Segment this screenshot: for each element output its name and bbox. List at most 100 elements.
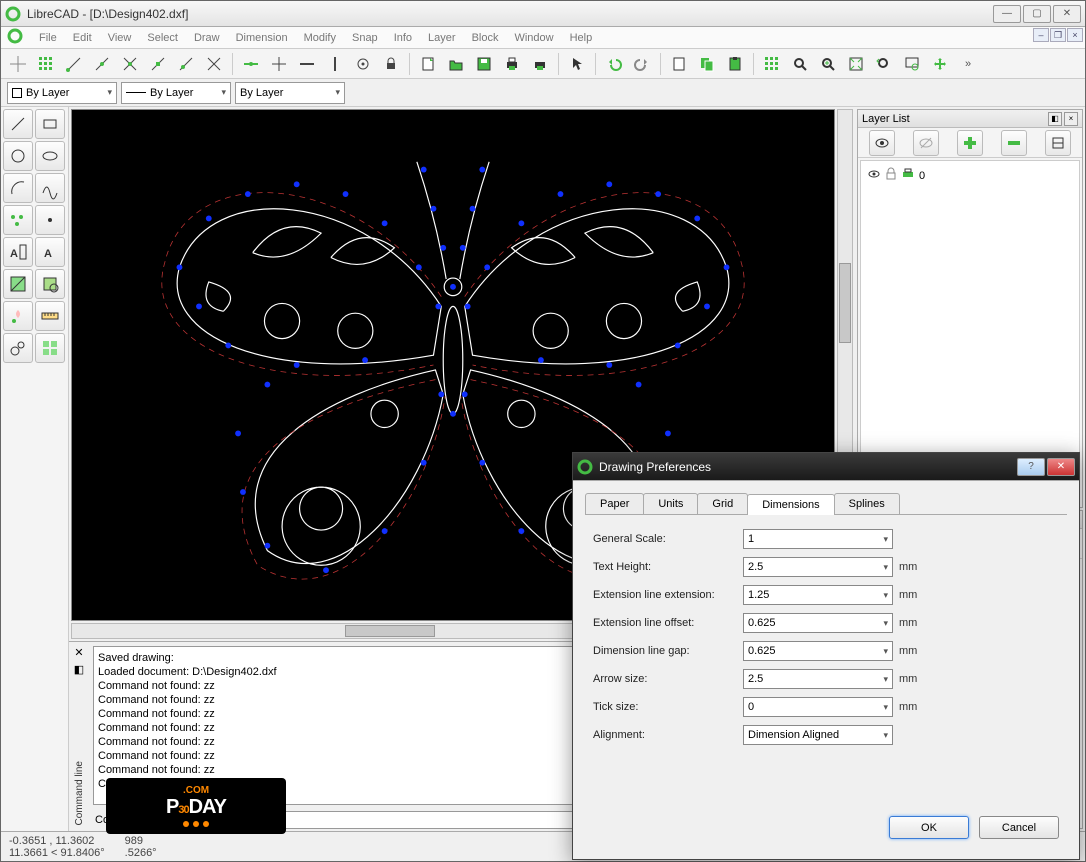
snap-on-entity-icon[interactable] <box>89 51 115 77</box>
close-button[interactable]: ✕ <box>1053 5 1081 23</box>
restrict-ortho-icon[interactable] <box>266 51 292 77</box>
lock-relative-zero-icon[interactable] <box>378 51 404 77</box>
menu-view[interactable]: View <box>100 29 140 47</box>
snap-middle-icon[interactable] <box>145 51 171 77</box>
tab-units[interactable]: Units <box>643 493 698 514</box>
menu-help[interactable]: Help <box>562 29 601 47</box>
minimize-button[interactable]: — <box>993 5 1021 23</box>
paste-icon[interactable] <box>722 51 748 77</box>
menu-select[interactable]: Select <box>139 29 186 47</box>
arc-tool-icon[interactable] <box>3 173 33 203</box>
rect-tool-icon[interactable] <box>35 109 65 139</box>
spline-tool-icon[interactable] <box>35 173 65 203</box>
layer-undock-button[interactable]: ◧ <box>1048 112 1062 126</box>
text-height-field[interactable]: 2.5 <box>743 557 893 577</box>
linetype-combo[interactable]: By Layer <box>121 82 231 104</box>
zoom-redraw-icon[interactable] <box>787 51 813 77</box>
toolbar-overflow-icon[interactable]: » <box>955 51 981 77</box>
open-file-icon[interactable] <box>443 51 469 77</box>
dialog-close-button[interactable]: ✕ <box>1047 458 1075 476</box>
tab-paper[interactable]: Paper <box>585 493 644 514</box>
snap-center-icon[interactable] <box>117 51 143 77</box>
menu-edit[interactable]: Edit <box>65 29 100 47</box>
mtext-tool-icon[interactable]: A <box>35 237 65 267</box>
restrict-vertical-icon[interactable] <box>322 51 348 77</box>
block-tool-icon[interactable] <box>3 333 33 363</box>
menu-snap[interactable]: Snap <box>344 29 386 47</box>
layer-show-all-icon[interactable] <box>869 130 895 156</box>
snap-intersection-icon[interactable] <box>201 51 227 77</box>
menu-info[interactable]: Info <box>386 29 420 47</box>
lineweight-combo[interactable]: By Layer <box>235 82 345 104</box>
ext-line-off-field[interactable]: 0.625 <box>743 613 893 633</box>
lock-icon[interactable] <box>885 168 897 183</box>
snap-distance-icon[interactable] <box>173 51 199 77</box>
color-combo[interactable]: By Layer <box>7 82 117 104</box>
modify-tool-icon[interactable] <box>3 301 33 331</box>
menu-block[interactable]: Block <box>464 29 507 47</box>
snap-endpoint-icon[interactable] <box>61 51 87 77</box>
menu-modify[interactable]: Modify <box>296 29 344 47</box>
mdi-minimize[interactable]: – <box>1033 28 1049 42</box>
zoom-pan-icon[interactable] <box>927 51 953 77</box>
layer-row-0[interactable]: 0 <box>865 165 1075 186</box>
general-scale-field[interactable]: 1 <box>743 529 893 549</box>
print-icon[interactable] <box>901 168 915 183</box>
mdi-close[interactable]: × <box>1067 28 1083 42</box>
cancel-button[interactable]: Cancel <box>979 816 1059 839</box>
cut-icon[interactable] <box>666 51 692 77</box>
layer-remove-icon[interactable] <box>1001 130 1027 156</box>
snap-free-icon[interactable] <box>5 51 31 77</box>
point-tool-icon[interactable] <box>35 205 65 235</box>
relative-zero-icon[interactable] <box>350 51 376 77</box>
pin-panel-icon[interactable]: ◧ <box>74 663 84 676</box>
maximize-button[interactable]: ▢ <box>1023 5 1051 23</box>
layer-hide-all-icon[interactable] <box>913 130 939 156</box>
restrict-horizontal-icon[interactable] <box>294 51 320 77</box>
close-panel-icon[interactable]: ✕ <box>74 646 83 659</box>
save-file-icon[interactable] <box>471 51 497 77</box>
tab-dimensions[interactable]: Dimensions <box>747 494 834 515</box>
tick-size-field[interactable]: 0 <box>743 697 893 717</box>
ok-button[interactable]: OK <box>889 816 969 839</box>
measure-tool-icon[interactable] <box>35 301 65 331</box>
dim-line-gap-field[interactable]: 0.625 <box>743 641 893 661</box>
zoom-previous-icon[interactable] <box>871 51 897 77</box>
ext-line-ext-field[interactable]: 1.25 <box>743 585 893 605</box>
mdi-restore[interactable]: ❐ <box>1050 28 1066 42</box>
zoom-auto-icon[interactable] <box>843 51 869 77</box>
print-icon[interactable] <box>499 51 525 77</box>
restrict-nothing-icon[interactable] <box>238 51 264 77</box>
zoom-window-icon[interactable] <box>899 51 925 77</box>
layer-add-icon[interactable] <box>957 130 983 156</box>
menu-window[interactable]: Window <box>506 29 561 47</box>
menu-dimension[interactable]: Dimension <box>228 29 296 47</box>
polyline-tool-icon[interactable] <box>3 205 33 235</box>
print-preview-icon[interactable] <box>527 51 553 77</box>
zoom-in-icon[interactable] <box>815 51 841 77</box>
dialog-help-button[interactable]: ? <box>1017 458 1045 476</box>
hatch-tool-icon[interactable] <box>35 269 65 299</box>
alignment-field[interactable]: Dimension Aligned <box>743 725 893 745</box>
layer-close-button[interactable]: × <box>1064 112 1078 126</box>
dimension-tool-icon[interactable] <box>3 269 33 299</box>
grid-toggle-icon[interactable] <box>759 51 785 77</box>
menu-file[interactable]: File <box>31 29 65 47</box>
select-tool-icon[interactable] <box>35 333 65 363</box>
text-tool-icon[interactable]: A <box>3 237 33 267</box>
undo-icon[interactable] <box>601 51 627 77</box>
tab-grid[interactable]: Grid <box>697 493 748 514</box>
line-tool-icon[interactable] <box>3 109 33 139</box>
redo-icon[interactable] <box>629 51 655 77</box>
circle-tool-icon[interactable] <box>3 141 33 171</box>
new-file-icon[interactable] <box>415 51 441 77</box>
ellipse-tool-icon[interactable] <box>35 141 65 171</box>
layer-edit-icon[interactable] <box>1045 130 1071 156</box>
copy-icon[interactable] <box>694 51 720 77</box>
snap-grid-icon[interactable] <box>33 51 59 77</box>
menu-draw[interactable]: Draw <box>186 29 228 47</box>
menu-layer[interactable]: Layer <box>420 29 464 47</box>
tab-splines[interactable]: Splines <box>834 493 900 514</box>
dialog-titlebar[interactable]: Drawing Preferences ? ✕ <box>573 453 1079 481</box>
arrow-size-field[interactable]: 2.5 <box>743 669 893 689</box>
